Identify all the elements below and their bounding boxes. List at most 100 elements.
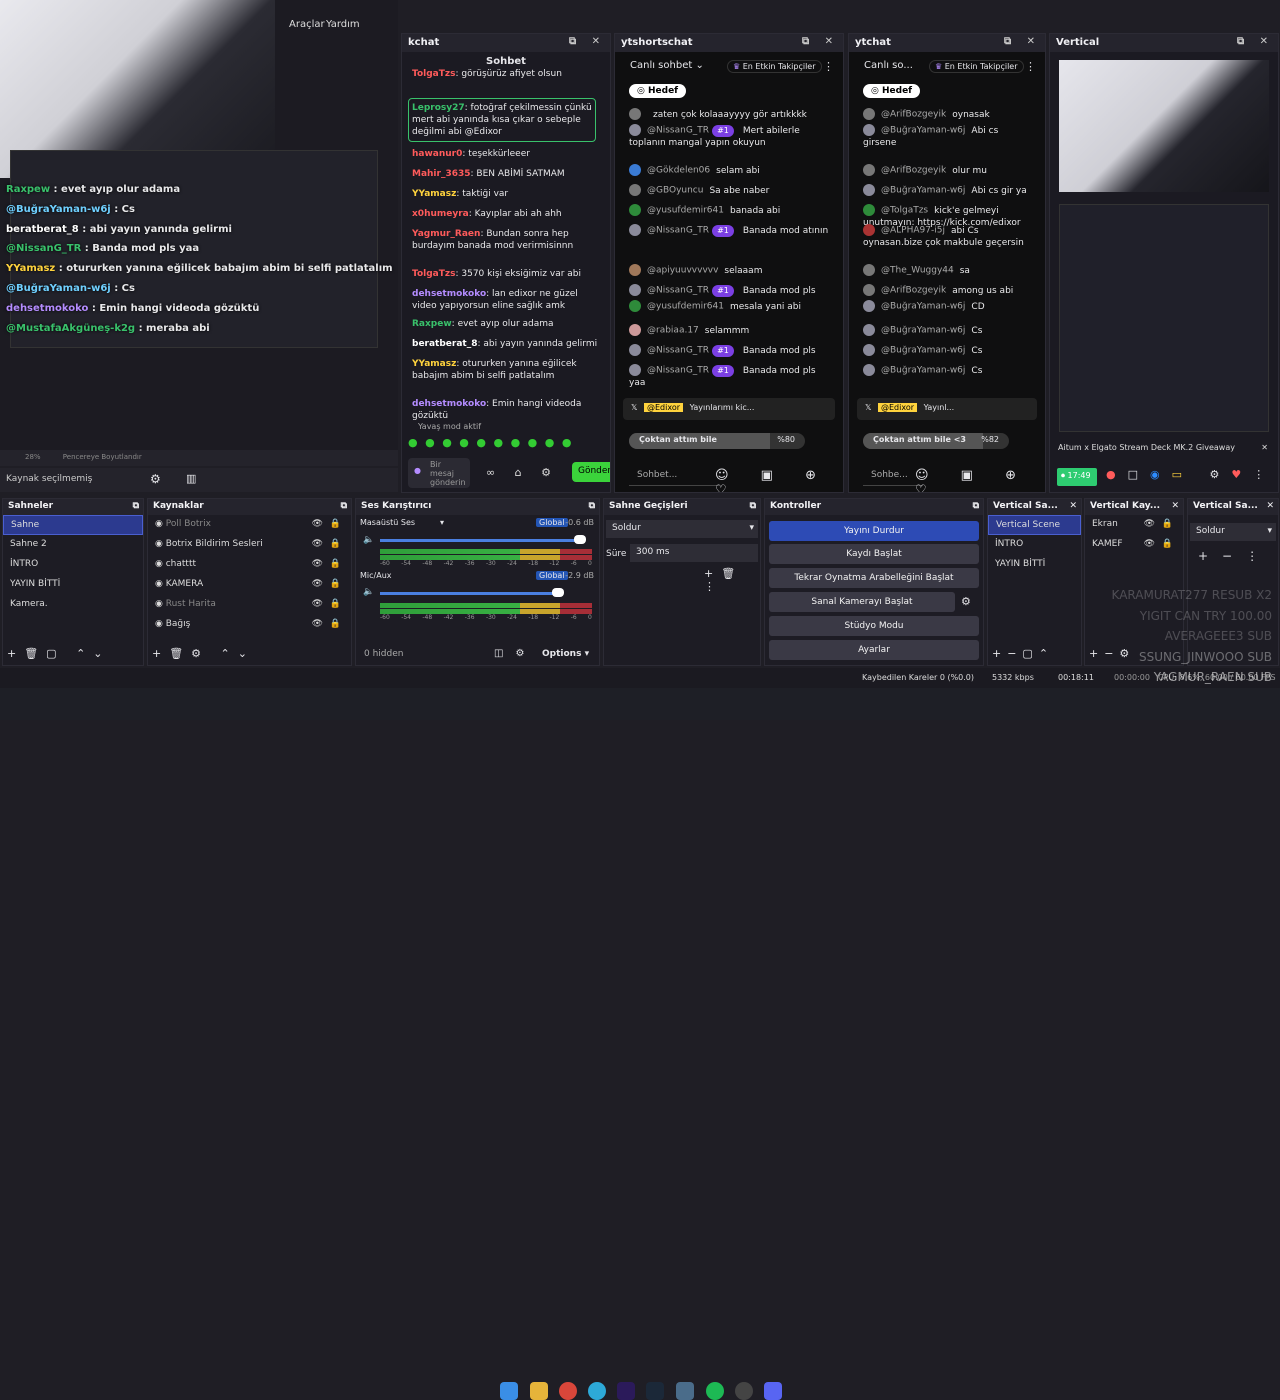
ytchat-username[interactable]: @BuğraYaman-w6j: [881, 346, 965, 356]
discord-icon[interactable]: [764, 1382, 782, 1400]
eye-icon[interactable]: 👁: [312, 519, 323, 529]
ytchat-username[interactable]: @BuğraYaman-w6j: [881, 326, 965, 336]
ytchat-action-icons[interactable]: ☺ ▣ ⊕ ♡: [915, 468, 1045, 492]
source-item[interactable]: ◉ chatttt 👁 🔒: [148, 555, 351, 575]
undock-icon[interactable]: ⧉: [750, 501, 756, 511]
undock-icon[interactable]: ⧉: [133, 501, 139, 511]
gear-icon[interactable]: ⚙: [150, 472, 161, 486]
ytchat-input[interactable]: Sohbe...: [863, 466, 923, 486]
close-icon[interactable]: ✕: [1171, 501, 1179, 511]
dock-controls-icon[interactable]: ⧉ ✕: [1237, 36, 1274, 47]
scenes-item[interactable]: Sahne 2: [3, 535, 143, 555]
kebab-icon[interactable]: ⋮: [823, 60, 834, 73]
lock-icon[interactable]: 🔒: [330, 559, 341, 569]
folder-icon[interactable]: [530, 1382, 548, 1400]
ytshort-username[interactable]: @NissanG_TR: [647, 286, 709, 296]
vertical-canvas[interactable]: [1059, 204, 1269, 432]
kchat-username[interactable]: TolgaTzs: [412, 269, 455, 279]
kchat-username[interactable]: x0humeyra: [412, 209, 469, 219]
kchat-tools-icon[interactable]: ∞ ⌂ ⚙: [486, 466, 559, 479]
scenes-item[interactable]: Sahne: [3, 515, 143, 535]
ch2-slider[interactable]: [380, 592, 560, 595]
dock-controls-icon[interactable]: ⧉ ✕: [802, 36, 839, 47]
ytchat-username[interactable]: @ALPHA97-i5j: [881, 226, 945, 236]
vsource-item[interactable]: KAMEF 👁 🔒: [1085, 535, 1183, 555]
poll-bar[interactable]: Çoktan attım bile %80: [629, 433, 805, 449]
kchat-username[interactable]: TolgaTzs: [412, 69, 455, 79]
scenes-item[interactable]: Kamera.: [3, 595, 143, 615]
kchat-username[interactable]: Mahir_3635: [412, 169, 471, 179]
vsource-item[interactable]: Ekran 👁 🔒: [1085, 515, 1183, 535]
send-button[interactable]: Gönder: [572, 462, 610, 482]
ytshort-username[interactable]: @apiyuuvvvvvv: [647, 266, 718, 276]
source-item[interactable]: ◉ Bağış 👁 🔒: [148, 615, 351, 635]
ytchat-live-select[interactable]: Canlı so...: [864, 60, 913, 71]
lock-icon[interactable]: 🔒: [1162, 519, 1173, 529]
premiere-icon[interactable]: [617, 1382, 635, 1400]
lock-icon[interactable]: 🔒: [330, 579, 341, 589]
windows-start-icon[interactable]: [500, 1382, 518, 1400]
ytshort-username[interactable]: @yusufdemir641: [647, 302, 724, 312]
ytchat-username[interactable]: @BuğraYaman-w6j: [881, 302, 965, 312]
dock-controls-icon[interactable]: ⧉ ✕: [1004, 36, 1041, 47]
close-icon[interactable]: ✕: [1261, 443, 1268, 452]
ytshort-live-select[interactable]: Canlı sohbet ⌄: [630, 60, 704, 71]
filter-icon[interactable]: ▥: [186, 472, 196, 485]
replay-buffer-button[interactable]: Tekrar Oynatma Arabelleğini Başlat: [769, 568, 979, 588]
spotify-icon[interactable]: [706, 1382, 724, 1400]
eye-icon[interactable]: 👁: [312, 559, 323, 569]
ytchat-username[interactable]: @ArifBozgeyik: [881, 286, 946, 296]
edge-icon[interactable]: [588, 1382, 606, 1400]
goal-button[interactable]: ◎ Hedef: [629, 84, 687, 98]
chevron-down-icon[interactable]: ▾: [440, 518, 444, 527]
lock-icon[interactable]: 🔒: [330, 599, 341, 609]
source-item[interactable]: ◉ Rust Harita 👁 🔒: [148, 595, 351, 615]
ytshort-username[interactable]: @NissanG_TR: [647, 366, 709, 376]
kchat-username[interactable]: dehsetmokoko: [412, 399, 486, 409]
scenes-item[interactable]: YAYIN BİTTİ: [3, 575, 143, 595]
undock-icon[interactable]: ⧉: [589, 501, 595, 511]
lock-icon[interactable]: 🔒: [330, 519, 341, 529]
source-item[interactable]: ◉ Botrix Bildirim Sesleri 👁 🔒: [148, 535, 351, 555]
ytshort-action-icons[interactable]: ☺ ▣ ⊕ ♡: [715, 468, 843, 492]
kchat-username[interactable]: beratberat_8: [412, 339, 477, 349]
virtual-camera-button[interactable]: Sanal Kamerayı Başlat: [769, 592, 955, 612]
vscenes-toolbar[interactable]: +−▢⌃: [992, 647, 1054, 660]
ytshort-topfans[interactable]: ♛ En Etkin Takipçiler: [727, 60, 822, 73]
ytchat-username[interactable]: @BuğraYaman-w6j: [881, 126, 965, 136]
menu-tools[interactable]: Araçlar: [289, 19, 325, 30]
ytchat-username[interactable]: @BuğraYaman-w6j: [881, 186, 965, 196]
close-icon[interactable]: ✕: [1069, 501, 1077, 511]
mixer-layout-icons[interactable]: ◫⚙: [494, 648, 536, 659]
vscenes-item[interactable]: İNTRO: [988, 535, 1081, 555]
lock-icon[interactable]: 🔒: [1162, 539, 1173, 549]
mic-icon[interactable]: 🔈: [363, 587, 374, 597]
kchat-username[interactable]: Yagmur_Raen: [412, 229, 480, 239]
poll-bar[interactable]: Çoktan attım bile <3 %82: [863, 433, 1009, 449]
ytshort-username[interactable]: @NissanG_TR: [647, 346, 709, 356]
kchat-username[interactable]: hawanur0: [412, 149, 462, 159]
transition-select[interactable]: Soldur ▾: [606, 520, 758, 538]
options-button[interactable]: Options ▾: [542, 649, 589, 659]
close-icon[interactable]: ✕: [1266, 501, 1274, 511]
obs-icon[interactable]: [735, 1382, 753, 1400]
ytshort-username[interactable]: @GBOyuncu: [647, 186, 703, 196]
ch1-slider-handle[interactable]: [574, 535, 586, 544]
chrome-icon[interactable]: [559, 1382, 577, 1400]
source-item[interactable]: ◉ KAMERA 👁 🔒: [148, 575, 351, 595]
studio-mode-button[interactable]: Stüdyo Modu: [769, 616, 979, 636]
preview-canvas[interactable]: Araçlar Yardım Raxpew : evet ayıp olur a…: [0, 0, 398, 492]
goal-button[interactable]: ◎ Hedef: [863, 84, 921, 98]
kchat-username[interactable]: dehsetmokoko: [412, 289, 486, 299]
eye-icon[interactable]: 👁: [312, 619, 323, 629]
app-icon[interactable]: [676, 1382, 694, 1400]
emote-bar[interactable]: ● ● ● ● ● ● ● ● ● ●: [408, 436, 573, 449]
vertical-controls-icons[interactable]: ●□◉▭ ⚙♥⋮: [1106, 468, 1276, 481]
dock-controls-icon[interactable]: ⧉ ✕: [569, 36, 606, 47]
kchat-username[interactable]: Raxpew: [412, 319, 452, 329]
ytchat-username[interactable]: @The_Wuggy44: [881, 266, 954, 276]
ytshort-username[interactable]: @Gökdelen06: [647, 166, 710, 176]
vtrans-select[interactable]: Soldur ▾: [1190, 523, 1276, 541]
ytchat-username[interactable]: @ArifBozgeyik: [881, 110, 946, 120]
scenes-item[interactable]: İNTRO: [3, 555, 143, 575]
